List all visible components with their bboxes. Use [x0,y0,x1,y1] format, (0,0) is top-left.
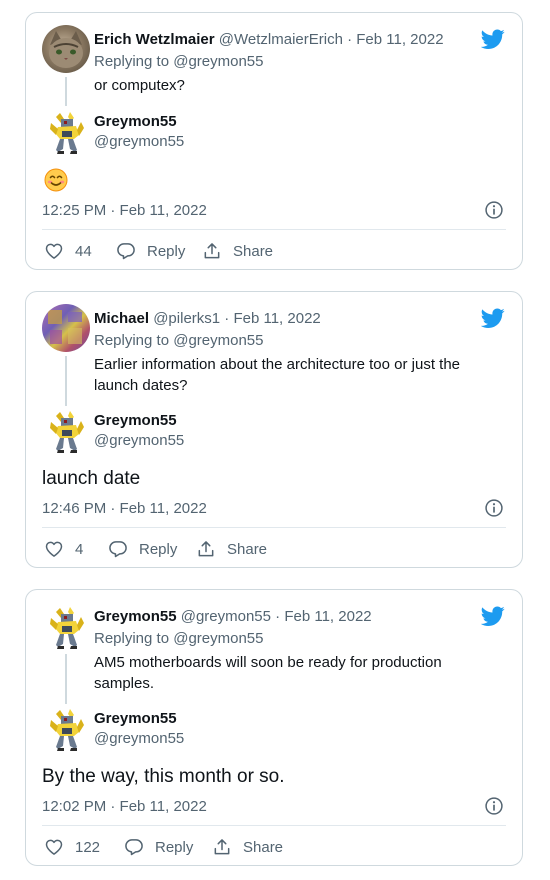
tweet-header: Greymon55 @greymon55 · Feb 11, 2022 [94,608,372,625]
reply-icon [108,539,128,559]
parent-tweet-text: or computex? [94,77,185,94]
tweet-date[interactable]: · Feb 11, 2022 [347,31,443,48]
heart-icon [44,837,64,857]
tweet-header: Michael @pilerks1 · Feb 11, 2022 [94,310,321,327]
avatar[interactable] [46,109,86,155]
share-icon [196,539,216,559]
thread-connector [65,77,67,106]
like-count: 4 [75,540,84,558]
thread-connector [65,356,67,406]
divider [42,825,506,826]
reply-label: Reply [147,242,186,260]
reply-label: Reply [155,838,194,856]
replying-to: Replying to @greymon55 [94,332,264,349]
share-icon [202,241,222,261]
quoted-author-name[interactable]: Greymon55 [94,710,177,727]
tweet-card[interactable]: Michael @pilerks1 · Feb 11, 2022 Replyin… [25,291,523,568]
twitter-bird-icon[interactable] [481,306,505,330]
reply-button[interactable]: Reply [108,539,177,559]
avatar[interactable] [42,304,90,352]
tweet-date[interactable]: · Feb 11, 2022 [275,608,371,625]
share-icon [212,837,232,857]
info-icon[interactable] [484,200,504,220]
author-name[interactable]: Michael [94,310,149,327]
author-handle[interactable]: @pilerks1 [153,310,220,327]
author-handle[interactable]: @WetzlmaierErich [219,31,343,48]
avatar[interactable] [42,25,90,73]
replying-to-handle[interactable]: @greymon55 [173,630,263,647]
info-icon[interactable] [484,796,504,816]
heart-icon [44,241,64,261]
twitter-bird-icon[interactable] [481,604,505,628]
share-button[interactable]: Share [212,837,283,857]
avatar[interactable] [46,604,86,650]
heart-icon [44,539,64,559]
author-handle[interactable]: @greymon55 [181,608,271,625]
parent-tweet-text: Earlier information about the architectu… [94,356,461,394]
author-name[interactable]: Erich Wetzlmaier [94,31,215,48]
divider [42,527,506,528]
quoted-author-name[interactable]: Greymon55 [94,412,177,429]
share-label: Share [233,242,274,260]
like-button[interactable]: 4 [44,539,83,559]
twitter-bird-icon[interactable] [481,27,505,51]
share-button[interactable]: Share [202,241,273,261]
tweet-card[interactable]: Greymon55 @greymon55 · Feb 11, 2022 Repl… [25,589,523,866]
tweet-text: By the way, this month or so. [42,766,285,787]
quoted-author-name[interactable]: Greymon55 [94,113,177,130]
replying-to-handle[interactable]: @greymon55 [173,53,263,70]
replying-to: Replying to @greymon55 [94,630,264,647]
replying-to-label: Replying to [94,332,174,349]
tweet-card[interactable]: Erich Wetzlmaier @WetzlmaierErich · Feb … [25,12,523,270]
smiling-face-emoji [44,168,68,192]
avatar[interactable] [46,706,86,752]
reply-button[interactable]: Reply [116,241,185,261]
replying-to-label: Replying to [94,630,174,647]
share-label: Share [243,838,284,856]
chip-die-avatar-image [48,310,82,344]
cat-avatar-image [49,31,83,68]
like-count: 44 [75,242,92,260]
replying-to: Replying to @greymon55 [94,53,264,70]
like-button[interactable]: 122 [44,837,100,857]
tweet-header: Erich Wetzlmaier @WetzlmaierErich · Feb … [94,31,444,48]
reply-label: Reply [139,540,178,558]
reply-button[interactable]: Reply [124,837,193,857]
author-name[interactable]: Greymon55 [94,608,177,625]
share-button[interactable]: Share [196,539,267,559]
tweet-timestamp[interactable]: 12:25 PM · Feb 11, 2022 [42,202,207,219]
tweet-date[interactable]: · Feb 11, 2022 [224,310,320,327]
like-button[interactable]: 44 [44,241,92,261]
quoted-author-handle[interactable]: @greymon55 [94,432,184,449]
like-count: 122 [75,838,101,856]
quoted-author-handle[interactable]: @greymon55 [94,133,184,150]
info-icon[interactable] [484,498,504,518]
avatar[interactable] [46,408,86,454]
replying-to-label: Replying to [94,53,174,70]
reply-icon [116,241,136,261]
parent-tweet-text: AM5 motherboards will soon be ready for … [94,654,442,692]
tweet-timestamp[interactable]: 12:02 PM · Feb 11, 2022 [42,798,207,815]
tweet-text: launch date [42,468,141,489]
replying-to-handle[interactable]: @greymon55 [173,332,263,349]
divider [42,229,506,230]
quoted-author-handle[interactable]: @greymon55 [94,730,184,747]
reply-icon [124,837,144,857]
share-label: Share [227,540,268,558]
tweet-timestamp[interactable]: 12:46 PM · Feb 11, 2022 [42,500,207,517]
thread-connector [65,654,67,704]
